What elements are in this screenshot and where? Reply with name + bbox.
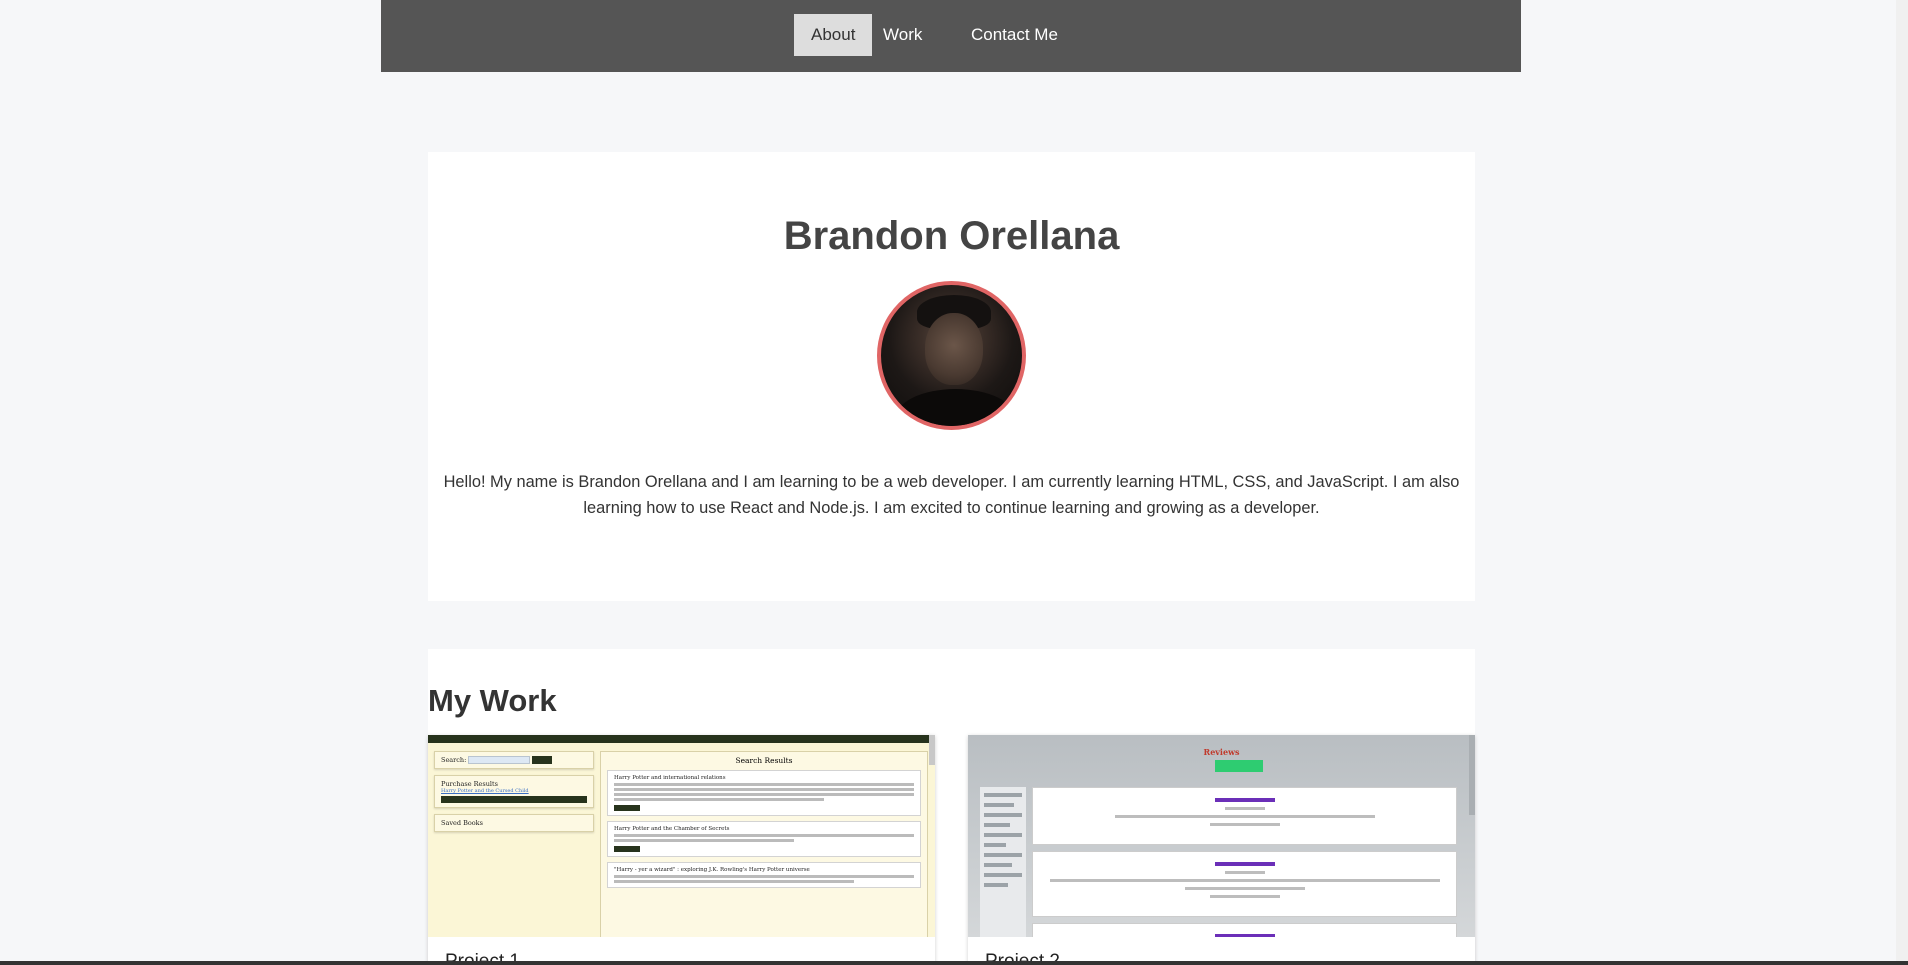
- preview-text-line: [614, 875, 914, 878]
- preview-result-title: Harry Potter and international relations: [614, 775, 726, 781]
- preview-submit-button: [532, 756, 553, 764]
- preview-sidebar: Search: Purchase Results Harry Potter an…: [434, 751, 594, 931]
- preview-review-line: [1224, 871, 1265, 874]
- project-card-2[interactable]: Reviews Project 2: [968, 735, 1475, 965]
- preview-save-button: [441, 796, 587, 803]
- preview-review-line: [1224, 807, 1265, 810]
- preview-review-line: [1184, 887, 1305, 890]
- preview-filter-line: [984, 803, 1014, 807]
- preview-scrollbar: [929, 735, 935, 765]
- preview-review-line: [1209, 895, 1280, 898]
- preview-filter-line: [984, 853, 1022, 857]
- top-navigation: About Work Contact Me: [381, 0, 1521, 72]
- preview-result-title: Harry Potter and the Chamber of Secrets: [614, 826, 730, 832]
- about-section: Brandon Orellana Hello! My name is Brand…: [428, 152, 1475, 601]
- preview-review-title: [1214, 798, 1275, 802]
- preview-text-line: [614, 788, 914, 791]
- preview-review-line: [1049, 879, 1440, 882]
- preview-header-bar: [428, 735, 935, 743]
- preview-result-item: Harry Potter and international relations: [607, 770, 921, 816]
- preview-read-more: [614, 846, 640, 852]
- preview-scrollbar: [1469, 735, 1475, 815]
- preview-purchase-box: Purchase Results Harry Potter and the Cu…: [434, 775, 594, 808]
- profile-bio: Hello! My name is Brandon Orellana and I…: [443, 473, 1460, 517]
- preview-review-card: [1032, 923, 1457, 937]
- preview-saved-title: Saved Books: [441, 819, 483, 827]
- preview-reviews-header: Reviews: [1203, 747, 1240, 757]
- preview-review-line: [1114, 815, 1375, 818]
- preview-new-review-button: [1215, 760, 1263, 772]
- profile-avatar: [877, 281, 1026, 430]
- profile-name: Brandon Orellana: [783, 214, 1120, 258]
- preview-result-title: "Harry - yer a wizard" : exploring J.K. …: [614, 867, 810, 873]
- nav-item-work[interactable]: Work: [866, 14, 939, 56]
- preview-review-card: [1032, 787, 1457, 845]
- preview-result-item: "Harry - yer a wizard" : exploring J.K. …: [607, 862, 921, 888]
- preview-review-card: [1032, 851, 1457, 917]
- preview-filter-line: [984, 883, 1008, 887]
- preview-filter-line: [984, 823, 1010, 827]
- preview-filter-line: [984, 843, 1006, 847]
- preview-review-line: [1209, 823, 1280, 826]
- avatar-face: [925, 313, 983, 385]
- avatar-shirt: [895, 389, 1016, 426]
- preview-filter-line: [984, 873, 1022, 877]
- nav-item-contact[interactable]: Contact Me: [954, 14, 1075, 56]
- preview-filters: [980, 787, 1026, 937]
- preview-saved-box: Saved Books: [434, 814, 594, 832]
- preview-review-title: [1214, 862, 1275, 866]
- project-2-screenshot[interactable]: Reviews: [968, 735, 1475, 937]
- preview-filter-line: [984, 833, 1022, 837]
- project-card-1[interactable]: Search: Purchase Results Harry Potter an…: [428, 735, 935, 965]
- preview-search-input: [468, 756, 531, 764]
- preview-results: Search Results Harry Potter and internat…: [600, 751, 928, 937]
- preview-result-item: Harry Potter and the Chamber of Secrets: [607, 821, 921, 857]
- preview-text-line: [614, 834, 914, 837]
- preview-purchase-title: Purchase Results: [441, 780, 498, 788]
- preview-purchase-link: Harry Potter and the Cursed Child: [441, 788, 529, 794]
- preview-filter-line: [984, 813, 1022, 817]
- preview-read-more: [614, 805, 640, 811]
- work-title: My Work: [428, 683, 557, 718]
- preview-filter-line: [984, 863, 1012, 867]
- preview-text-line: [614, 839, 794, 842]
- preview-text-line: [614, 783, 914, 786]
- preview-text-line: [614, 798, 824, 801]
- page-scrollbar[interactable]: [1896, 0, 1908, 961]
- preview-search-box: Search:: [434, 751, 594, 769]
- viewport-bottom-edge: [0, 961, 1908, 965]
- nav-item-about[interactable]: About: [794, 14, 873, 56]
- preview-filter-line: [984, 793, 1022, 797]
- project-1-screenshot[interactable]: Search: Purchase Results Harry Potter an…: [428, 735, 935, 937]
- preview-results-title: Search Results: [735, 756, 793, 765]
- work-section: My Work Search: Purchase Results Harry P…: [428, 649, 1475, 965]
- preview-review-title: [1214, 934, 1275, 937]
- preview-text-line: [614, 793, 914, 796]
- preview-text-line: [614, 880, 854, 883]
- preview-search-label: Search:: [441, 756, 467, 764]
